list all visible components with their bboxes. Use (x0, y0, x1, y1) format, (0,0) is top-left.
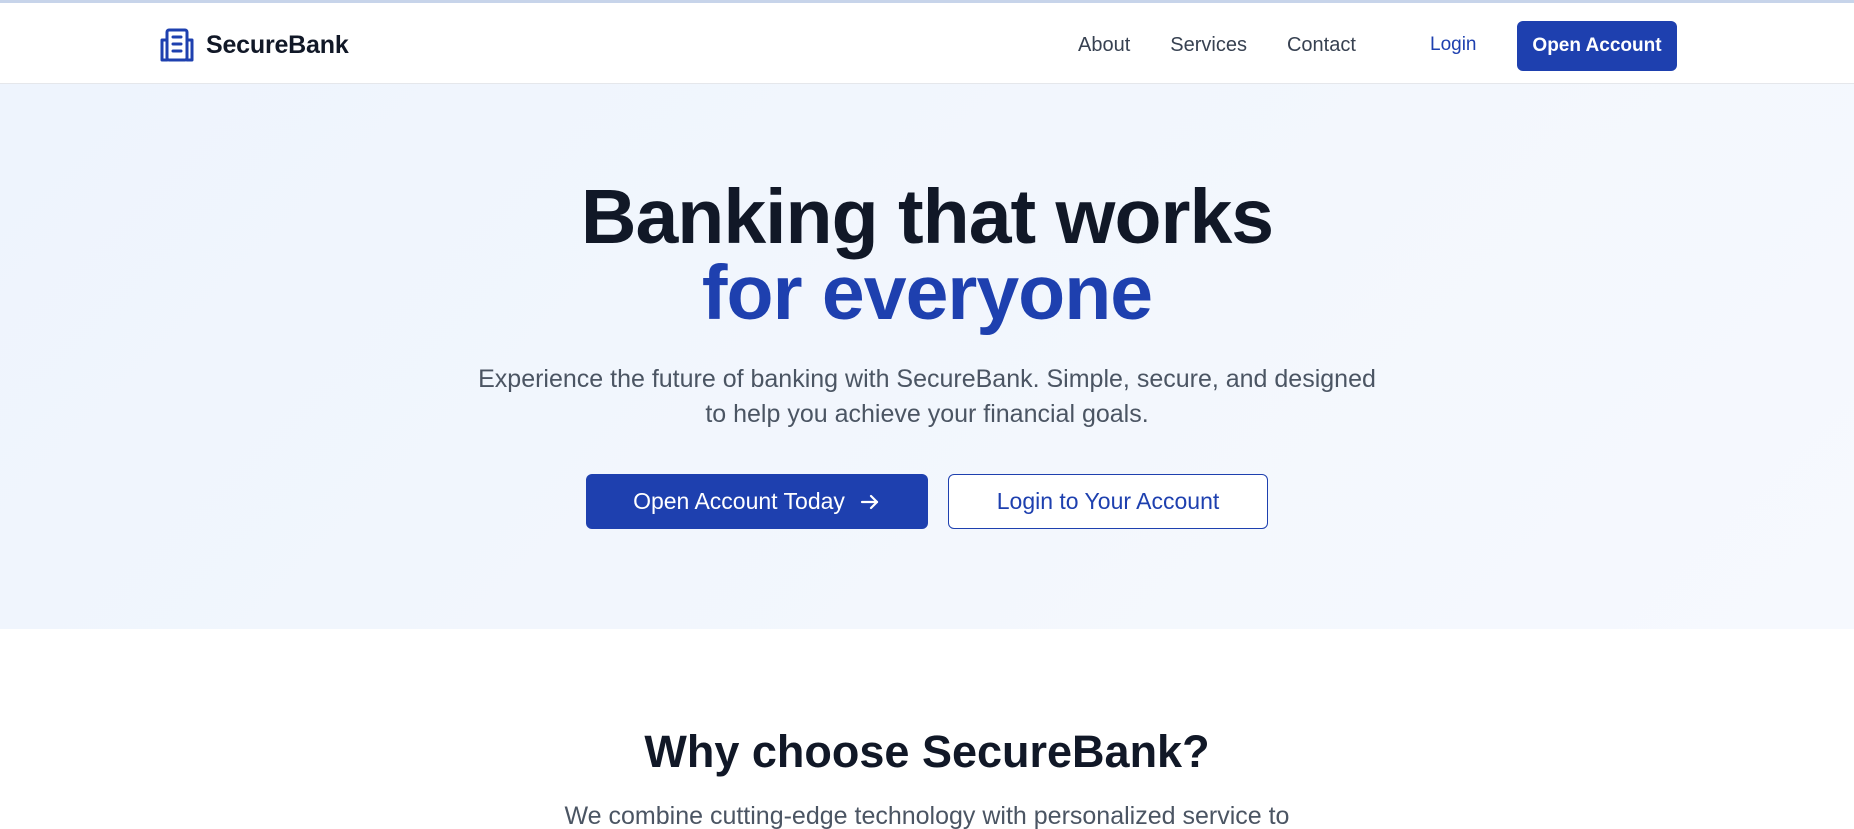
arrow-right-icon (860, 494, 879, 509)
hero-section: Banking that works for everyone Experien… (0, 84, 1854, 629)
hero-title: Banking that works for everyone (0, 179, 1854, 336)
why-choose-subtitle: We combine cutting-edge technology with … (564, 802, 1290, 829)
hero-subtitle: Experience the future of banking with Se… (427, 362, 1427, 432)
hero-title-accent: for everyone (701, 250, 1153, 336)
login-to-account-button[interactable]: Login to Your Account (948, 474, 1268, 529)
nav-link-about[interactable]: About (1078, 34, 1130, 57)
bank-building-icon (160, 28, 194, 62)
nav-link-services[interactable]: Services (1170, 34, 1247, 57)
login-link[interactable]: Login (1430, 25, 1477, 65)
nav-link-contact[interactable]: Contact (1287, 34, 1356, 57)
brand-name: SecureBank (206, 30, 349, 59)
hero-actions: Open Account Today Login to Your Account (0, 474, 1854, 529)
open-account-button[interactable]: Open Account (1517, 21, 1677, 71)
hero-subtitle-line1: Experience the future of banking with Se… (478, 365, 1376, 393)
site-header: SecureBank About Services Contact Login … (0, 3, 1854, 84)
why-choose-title: Why choose SecureBank? (644, 726, 1210, 777)
hero-subtitle-line2: to help you achieve your financial goals… (705, 400, 1149, 428)
open-account-today-button[interactable]: Open Account Today (586, 474, 928, 529)
open-account-today-label: Open Account Today (633, 488, 845, 514)
brand-logo[interactable]: SecureBank (158, 25, 349, 65)
main-nav: About Services Contact (1078, 25, 1396, 65)
hero-title-line1: Banking that works (580, 174, 1274, 260)
